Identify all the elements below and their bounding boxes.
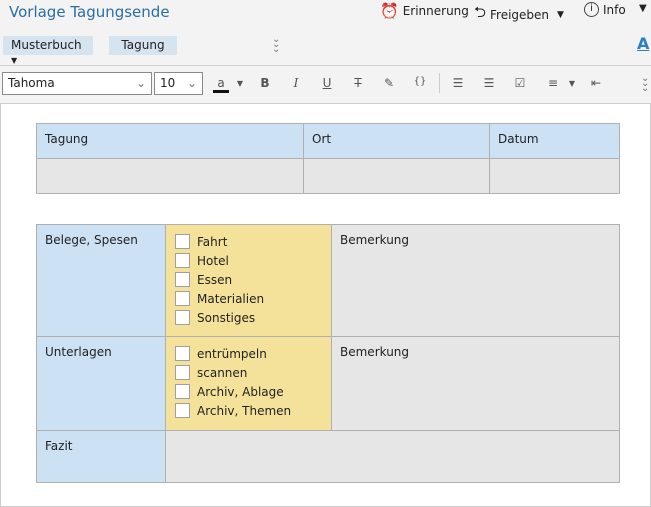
font-size-select[interactable]: 10 ⌄: [154, 72, 203, 95]
meeting-table: Tagung Ort Datum: [36, 123, 620, 194]
alarm-clock-icon: ⏰: [380, 2, 399, 20]
reminder-label: Erinnerung: [402, 4, 469, 18]
chevron-down-icon: ▼: [557, 9, 564, 20]
bold-icon[interactable]: B: [257, 76, 273, 90]
italic-icon[interactable]: I: [288, 76, 304, 90]
format-text-icon[interactable]: A: [637, 34, 649, 53]
checkbox-item[interactable]: Essen: [175, 270, 322, 289]
bullet-list-icon[interactable]: ☰: [450, 76, 466, 90]
numbered-list-icon[interactable]: ☰: [481, 76, 497, 90]
checkbox-item[interactable]: Materialien: [175, 289, 322, 308]
info-label: Info: [603, 2, 626, 17]
checkbox-item[interactable]: scannen: [175, 363, 322, 382]
font-color-button[interactable]: a: [213, 76, 229, 93]
font-family-select[interactable]: Tahoma ⌄: [2, 72, 152, 95]
chevron-down-icon[interactable]: ▼: [564, 79, 580, 88]
share-button[interactable]: ⮌ Freigeben ▼: [474, 2, 564, 27]
align-icon[interactable]: ≡: [545, 76, 561, 90]
row-label: Fazit: [36, 430, 166, 483]
code-icon[interactable]: {}: [412, 76, 428, 87]
checkbox-list-icon[interactable]: ☑: [512, 76, 528, 90]
note-editor[interactable]: Tagung Ort Datum Belege, Spesen Fahrt Hote…: [0, 103, 651, 507]
checkbox-item[interactable]: Hotel: [175, 251, 322, 270]
checkbox-item[interactable]: Sonstiges: [175, 308, 322, 327]
info-button[interactable]: i Info: [584, 2, 626, 17]
more-tools-icon[interactable]: ⌄ ⌄ ⌄: [641, 74, 649, 94]
note-cell[interactable]: Bemerkung: [331, 336, 620, 431]
share-icon: ⮌: [474, 3, 487, 21]
header-cell: Ort: [303, 123, 490, 159]
header-cell: Tagung: [36, 123, 304, 159]
checklist-cell: entrümpeln scannen Archiv, Ablage Archiv…: [165, 336, 332, 431]
checklist-table: Belege, Spesen Fahrt Hotel Essen Materia…: [36, 224, 620, 483]
note-cell[interactable]: Bemerkung: [331, 224, 620, 337]
header-cell: Datum: [489, 123, 620, 159]
tag-chip[interactable]: Tagung: [109, 36, 177, 55]
notebook-selector[interactable]: Musterbuch ▼: [3, 36, 93, 65]
summary-cell[interactable]: [165, 430, 620, 483]
chevron-down-icon[interactable]: ▼: [232, 79, 248, 88]
checklist-cell: Fahrt Hotel Essen Materialien Sonstiges: [165, 224, 332, 337]
checkbox-item[interactable]: Archiv, Themen: [175, 401, 322, 420]
table-cell[interactable]: [36, 158, 304, 194]
expand-icon[interactable]: ⌄ ⌄ ⌄: [272, 35, 280, 55]
checkbox-item[interactable]: entrümpeln: [175, 344, 322, 363]
note-title: Vorlage Tagungsende: [9, 3, 170, 21]
table-cell[interactable]: [489, 158, 620, 194]
checkbox-item[interactable]: Fahrt: [175, 232, 322, 251]
row-label: Unterlagen: [36, 336, 166, 431]
strikethrough-icon[interactable]: T: [350, 76, 366, 90]
overflow-menu-icon[interactable]: ▼: [639, 3, 647, 14]
row-label: Belege, Spesen: [36, 224, 166, 337]
highlighter-icon[interactable]: ✎: [381, 76, 397, 90]
underline-icon[interactable]: U: [319, 76, 335, 90]
checkbox-item[interactable]: Archiv, Ablage: [175, 382, 322, 401]
table-cell[interactable]: [303, 158, 490, 194]
outdent-icon[interactable]: ⇤: [588, 76, 604, 90]
info-icon: i: [584, 2, 599, 17]
reminder-button[interactable]: ⏰ Erinnerung: [380, 2, 469, 20]
share-label: Freigeben: [490, 7, 550, 22]
